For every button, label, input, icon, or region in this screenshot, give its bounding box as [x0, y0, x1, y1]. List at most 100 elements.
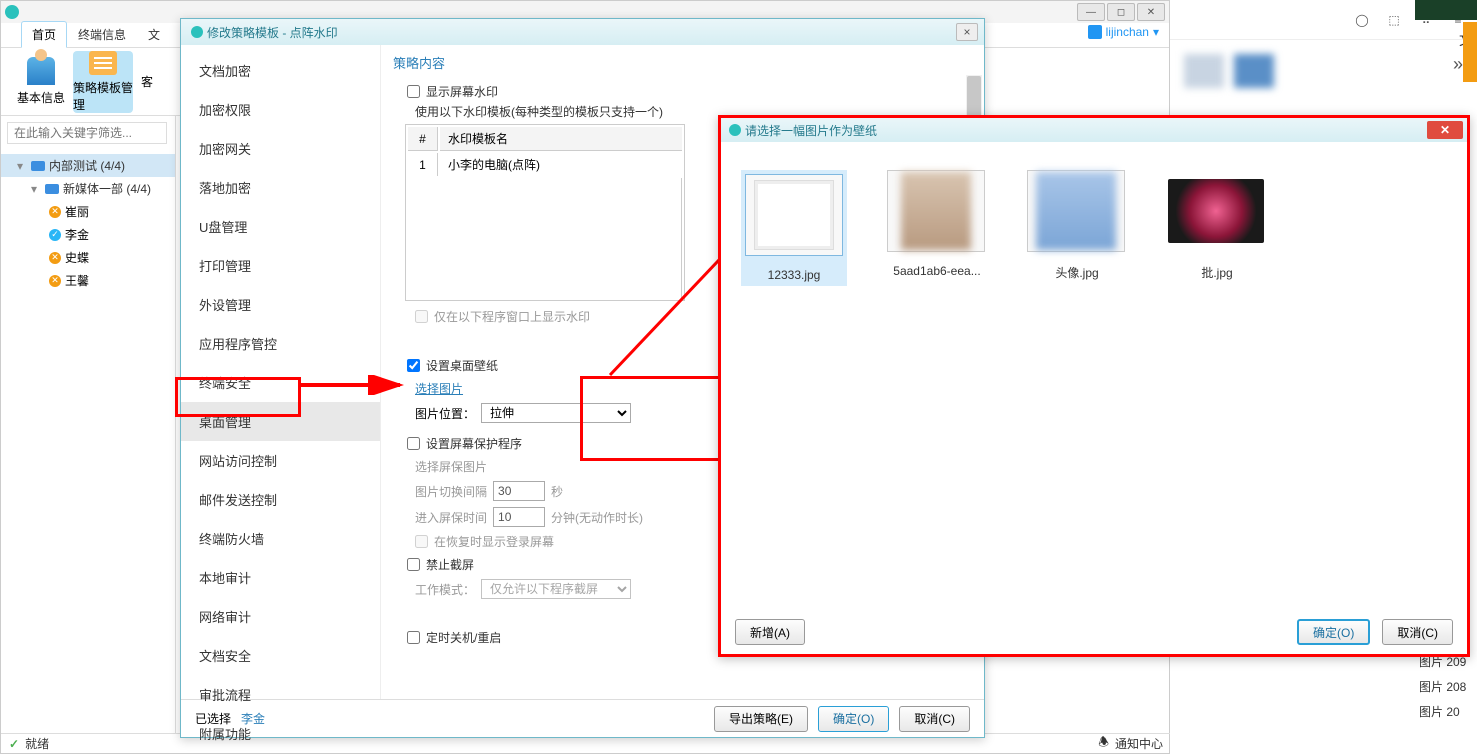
ss-interval-unit: 秒 — [551, 483, 563, 500]
nav-doc-encrypt[interactable]: 文档加密 — [181, 51, 380, 90]
nav-local-audit[interactable]: 本地审计 — [181, 558, 380, 597]
policy-dialog-title: 修改策略模板 - 点阵水印 — [207, 24, 338, 41]
tree-root[interactable]: ▾ 内部测试 (4/4) — [1, 154, 175, 177]
image-picker-close-button[interactable]: ✕ — [1427, 121, 1463, 139]
ss-enter-input — [493, 507, 545, 527]
policy-dialog-title-bar[interactable]: 修改策略模板 - 点阵水印 × — [181, 19, 984, 45]
nav-desktop-mgmt[interactable]: 桌面管理 — [181, 402, 380, 441]
nav-firewall[interactable]: 终端防火墙 — [181, 519, 380, 558]
image-label: 批.jpg — [1167, 264, 1267, 281]
only-program-checkbox — [415, 310, 428, 323]
nav-land-encrypt[interactable]: 落地加密 — [181, 168, 380, 207]
user-icon — [1088, 25, 1102, 39]
forbid-capture-checkbox[interactable] — [407, 558, 420, 571]
user-name: lijinchan — [1106, 25, 1149, 39]
col-name: 水印模板名 — [440, 127, 682, 151]
app-logo-icon — [191, 26, 203, 38]
row-name: 小李的电脑(点阵) — [440, 153, 682, 176]
nav-encrypt-perm[interactable]: 加密权限 — [181, 90, 380, 129]
nav-peripheral[interactable]: 外设管理 — [181, 285, 380, 324]
nav-terminal-sec[interactable]: 终端安全 — [181, 363, 380, 402]
table-row[interactable]: 1小李的电脑(点阵) — [408, 153, 682, 176]
extension-icon[interactable]: ⬚ — [1385, 11, 1403, 29]
status-notify[interactable]: 通知中心 — [1115, 735, 1163, 752]
nav-encrypt-gw[interactable]: 加密网关 — [181, 129, 380, 168]
nav-print[interactable]: 打印管理 — [181, 246, 380, 285]
tree-leaf[interactable]: ✕ 王馨 — [1, 269, 175, 292]
set-screensaver-label: 设置屏幕保护程序 — [426, 435, 522, 452]
toolbar-basic-info[interactable]: 基本信息 — [11, 51, 71, 113]
image-label: 5aad1ab6-eea... — [887, 264, 987, 278]
image-grid: 12333.jpg 5aad1ab6-eea... 头像.jpg 批.jpg — [721, 142, 1467, 314]
tree-root-label: 内部测试 (4/4) — [49, 157, 125, 174]
export-policy-button[interactable]: 导出策略(E) — [714, 706, 808, 732]
list-item[interactable]: 图片 20 — [1417, 699, 1477, 724]
nav-mail[interactable]: 邮件发送控制 — [181, 480, 380, 519]
tree-leaf[interactable]: ✕史蝶 — [1, 246, 175, 269]
wallpaper-pos-select[interactable]: 拉伸 — [481, 403, 631, 423]
tree-group[interactable]: ▾ 新媒体一部 (4/4) — [1, 177, 175, 200]
image-item[interactable]: 头像.jpg — [1027, 170, 1127, 286]
notify-icon[interactable]: 🕭 — [1098, 733, 1109, 754]
tree-leaf[interactable]: ✓李金 — [1, 223, 175, 246]
image-picker-cancel-button[interactable]: 取消(C) — [1382, 619, 1453, 645]
list-item[interactable]: 图片 208 — [1417, 674, 1477, 699]
policy-nav: 文档加密 加密权限 加密网关 落地加密 U盘管理 打印管理 外设管理 应用程序管… — [181, 45, 381, 699]
policy-cancel-button[interactable]: 取消(C) — [899, 706, 970, 732]
chevron-right-icon[interactable]: » — [1453, 54, 1463, 88]
set-screensaver-checkbox[interactable] — [407, 437, 420, 450]
tree-filter-input[interactable] — [7, 122, 167, 144]
nav-usb[interactable]: U盘管理 — [181, 207, 380, 246]
image-item[interactable]: 12333.jpg — [741, 170, 847, 286]
image-picker-ok-button[interactable]: 确定(O) — [1297, 619, 1370, 645]
nav-doc-safe[interactable]: 文档安全 — [181, 636, 380, 675]
dialog-close-button[interactable]: × — [956, 23, 978, 41]
forbid-capture-label: 禁止截屏 — [426, 556, 474, 573]
ss-enter-unit: 分钟(无动作时长) — [551, 509, 643, 526]
image-picker-title-bar[interactable]: 请选择一幅图片作为壁纸 ✕ — [721, 118, 1467, 142]
tree-leaf[interactable]: ✕崔丽 — [1, 200, 175, 223]
set-wallpaper-checkbox[interactable] — [407, 359, 420, 372]
shutdown-checkbox[interactable] — [407, 631, 420, 644]
collapse-icon[interactable]: ▾ — [31, 182, 41, 196]
profile-icon[interactable]: ◯ — [1353, 11, 1371, 29]
watermark-template-table: #水印模板名 1小李的电脑(点阵) — [405, 124, 685, 301]
policy-ok-button[interactable]: 确定(O) — [818, 706, 889, 732]
nav-app-control[interactable]: 应用程序管控 — [181, 324, 380, 363]
image-picker-title: 请选择一幅图片作为壁纸 — [745, 122, 877, 139]
toolbar-policy-template[interactable]: 策略模板管理 — [73, 51, 133, 113]
show-login-checkbox — [415, 535, 428, 548]
set-wallpaper-label: 设置桌面壁纸 — [426, 357, 498, 374]
show-watermark-checkbox[interactable] — [407, 85, 420, 98]
status-warn-icon: ✕ — [49, 275, 61, 287]
image-item[interactable]: 批.jpg — [1167, 170, 1267, 286]
image-label: 12333.jpg — [745, 268, 843, 282]
leaf-label: 王馨 — [65, 272, 89, 289]
maximize-button[interactable]: ◻ — [1107, 3, 1135, 21]
tab-home[interactable]: 首页 — [21, 21, 67, 48]
close-button[interactable]: ✕ — [1137, 3, 1165, 21]
capture-mode-label: 工作模式： — [415, 581, 475, 598]
image-thumb — [745, 174, 843, 256]
selected-name: 李金 — [241, 710, 265, 727]
nav-approval[interactable]: 审批流程 — [181, 675, 380, 714]
image-item[interactable]: 5aad1ab6-eea... — [887, 170, 987, 286]
tab-terminal-info[interactable]: 终端信息 — [67, 21, 137, 47]
collapse-icon[interactable]: ▾ — [17, 159, 27, 173]
tab-other[interactable]: 文 — [137, 21, 171, 47]
row-num: 1 — [408, 153, 438, 176]
ss-interval-input — [493, 481, 545, 501]
nav-net-audit[interactable]: 网络审计 — [181, 597, 380, 636]
chevron-down-icon: ▾ — [1153, 25, 1159, 39]
toolbar-other[interactable]: 客 — [135, 51, 159, 113]
nav-web-access[interactable]: 网站访问控制 — [181, 441, 380, 480]
show-login-label: 在恢复时显示登录屏幕 — [434, 533, 554, 550]
favicon-blur — [1184, 54, 1224, 88]
image-picker-footer: 新增(A) 确定(O) 取消(C) — [721, 610, 1467, 654]
add-image-button[interactable]: 新增(A) — [735, 619, 805, 645]
minimize-button[interactable]: — — [1077, 3, 1105, 21]
choose-wallpaper-link[interactable]: 选择图片 — [415, 380, 463, 397]
user-dropdown[interactable]: lijinchan ▾ — [1088, 25, 1159, 39]
right-orange-strip — [1463, 22, 1477, 82]
image-thumb — [1167, 170, 1265, 252]
